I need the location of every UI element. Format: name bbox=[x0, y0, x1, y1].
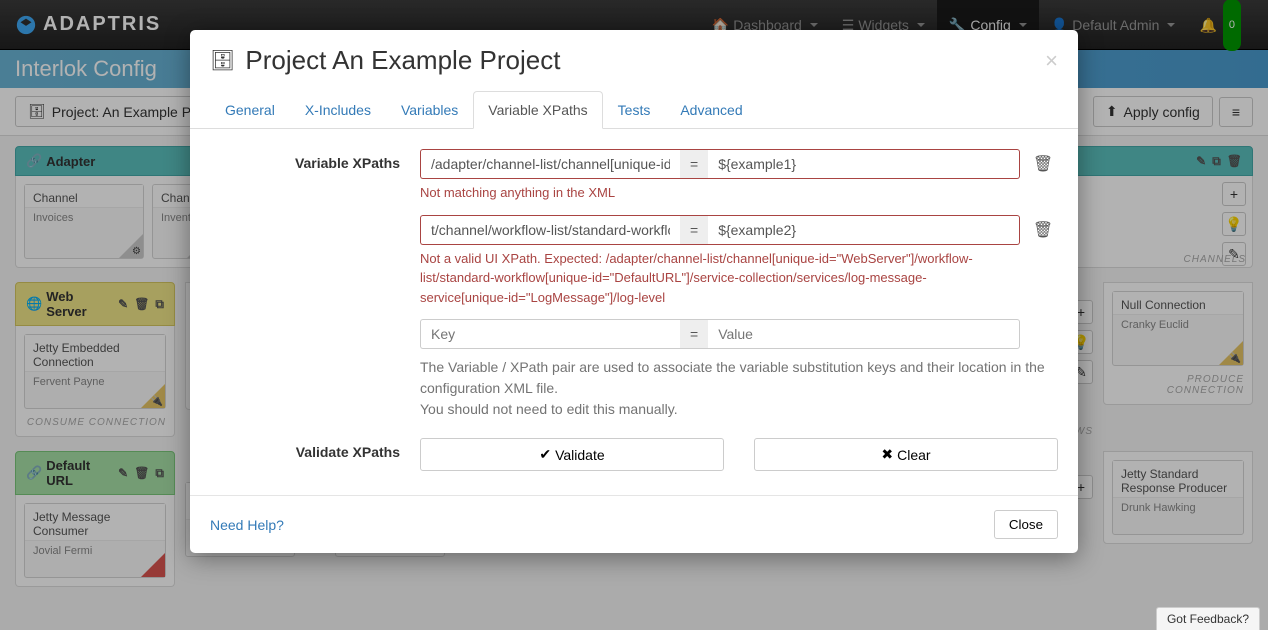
delete-row-button[interactable]: 🗑 bbox=[1028, 149, 1058, 179]
tab-xincludes[interactable]: X-Includes bbox=[290, 91, 386, 129]
trash-icon: 🗑 bbox=[1033, 154, 1053, 174]
xpath-key-input-new[interactable] bbox=[420, 319, 680, 349]
equals-separator: = bbox=[680, 319, 708, 349]
project-modal: 🗄 Project An Example Project × General X… bbox=[190, 30, 1078, 553]
modal-header: 🗄 Project An Example Project × bbox=[190, 30, 1078, 91]
need-help-link[interactable]: Need Help? bbox=[210, 517, 284, 533]
help-text-1: The Variable / XPath pair are used to as… bbox=[420, 357, 1058, 399]
validate-button[interactable]: ✔Validate bbox=[420, 438, 724, 471]
feedback-button[interactable]: Got Feedback? bbox=[1156, 607, 1260, 630]
xpath-error-0: Not matching anything in the XML bbox=[420, 183, 980, 203]
clear-button[interactable]: ✖Clear bbox=[754, 438, 1058, 471]
modal-footer: Need Help? Close bbox=[190, 495, 1078, 553]
tab-variable-xpaths[interactable]: Variable XPaths bbox=[473, 91, 602, 129]
xpath-key-input-1[interactable] bbox=[420, 215, 680, 245]
modal-tabs: General X-Includes Variables Variable XP… bbox=[190, 91, 1078, 129]
trash-icon: 🗑 bbox=[1033, 220, 1053, 240]
variable-xpaths-label: Variable XPaths bbox=[210, 149, 420, 171]
modal-body: Variable XPaths = 🗑 Not matching anythin… bbox=[190, 129, 1078, 495]
modal-title: Project An Example Project bbox=[245, 45, 560, 76]
close-icon[interactable]: × bbox=[1045, 48, 1058, 74]
xpath-val-input-new[interactable] bbox=[708, 319, 1020, 349]
delete-row-button[interactable]: 🗑 bbox=[1028, 215, 1058, 245]
equals-separator: = bbox=[680, 149, 708, 179]
check-icon: ✔ bbox=[539, 446, 551, 463]
archive-icon: 🗄 bbox=[210, 48, 235, 73]
tab-variables[interactable]: Variables bbox=[386, 91, 473, 129]
help-text-2: You should not need to edit this manuall… bbox=[420, 399, 1058, 420]
tab-general[interactable]: General bbox=[210, 91, 290, 129]
validate-xpaths-label: Validate XPaths bbox=[210, 438, 420, 460]
tab-tests[interactable]: Tests bbox=[603, 91, 666, 129]
tab-advanced[interactable]: Advanced bbox=[665, 91, 757, 129]
xpath-val-input-0[interactable] bbox=[708, 149, 1020, 179]
x-icon: ✖ bbox=[881, 446, 893, 463]
xpath-error-1: Not a valid UI XPath. Expected: /adapter… bbox=[420, 249, 980, 308]
xpath-key-input-0[interactable] bbox=[420, 149, 680, 179]
close-button[interactable]: Close bbox=[994, 510, 1058, 539]
xpath-val-input-1[interactable] bbox=[708, 215, 1020, 245]
equals-separator: = bbox=[680, 215, 708, 245]
